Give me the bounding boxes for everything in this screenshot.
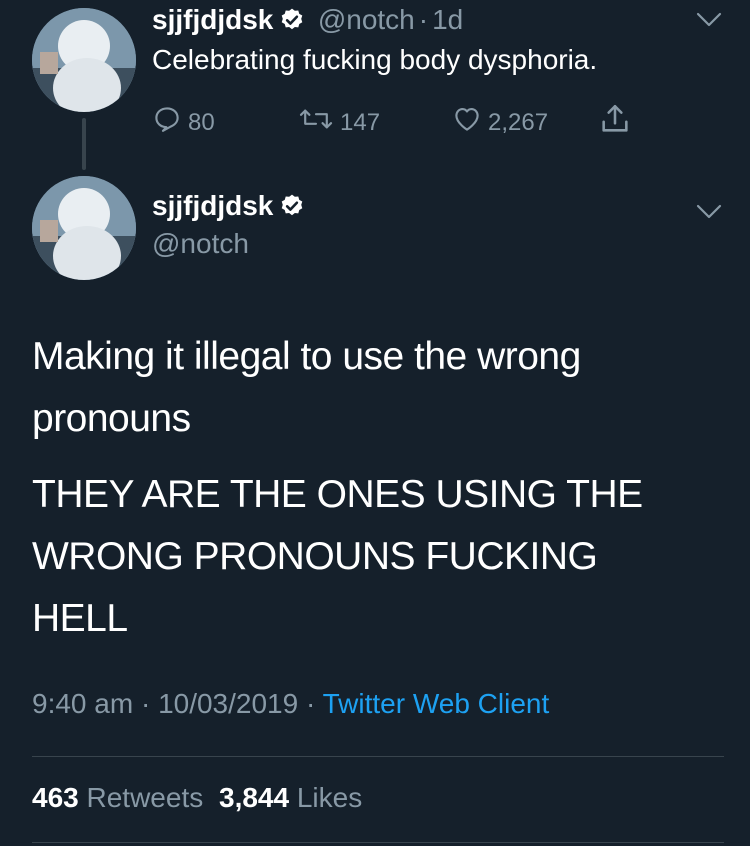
client-link[interactable]: Twitter Web Client — [323, 688, 550, 719]
likes-label: Likes — [296, 782, 363, 813]
retweets-label: Retweets — [86, 782, 204, 813]
retweets-stat[interactable]: 463 Retweets — [32, 782, 203, 813]
retweet-button[interactable]: 147 — [298, 104, 380, 141]
like-count: 2,267 — [488, 108, 549, 136]
tweet-text-paragraph: Making it illegal to use the wrong prono… — [32, 335, 581, 440]
parent-tweet-text: Celebrating fucking body dysphoria. — [152, 44, 598, 75]
divider — [32, 756, 724, 757]
avatar[interactable] — [32, 176, 136, 280]
tweet-date: 10/03/2019 — [158, 688, 299, 719]
heart-icon — [452, 104, 482, 141]
share-icon[interactable] — [598, 102, 632, 141]
display-name[interactable]: sjjfjdjdsk — [152, 190, 273, 221]
retweet-icon — [298, 104, 334, 141]
verified-badge-icon — [279, 193, 305, 224]
retweet-total: 463 — [32, 782, 79, 813]
thread-line — [82, 118, 86, 170]
separator: · — [140, 688, 151, 719]
reply-icon — [152, 104, 182, 141]
avatar[interactable] — [32, 8, 136, 112]
display-name[interactable]: sjjfjdjdsk — [152, 4, 273, 35]
divider — [32, 842, 724, 843]
retweet-count: 147 — [340, 108, 381, 136]
reply-button[interactable]: 80 — [152, 104, 215, 141]
reply-count: 80 — [188, 108, 215, 136]
chevron-down-icon[interactable] — [696, 12, 722, 33]
tweet-time: 9:40 am — [32, 688, 134, 719]
handle[interactable]: @notch — [152, 228, 249, 260]
chevron-down-icon[interactable] — [696, 204, 722, 225]
handle[interactable]: @notch — [318, 4, 415, 35]
separator: · — [418, 4, 429, 35]
like-total: 3,844 — [219, 782, 290, 813]
separator: · — [305, 688, 316, 719]
tweet-meta: 9:40 am · 10/03/2019 · Twitter Web Clien… — [32, 688, 549, 720]
tweet-age[interactable]: 1d — [432, 4, 463, 35]
main-tweet-name-row: sjjfjdjdsk — [152, 190, 305, 224]
likes-stat[interactable]: 3,844 Likes — [219, 782, 362, 813]
tweet-stats: 463 Retweets 3,844 Likes — [32, 782, 362, 814]
tweet-text-paragraph: THEY ARE THE ONES USING THE WRONG PRONOU… — [32, 473, 643, 640]
verified-badge-icon — [279, 7, 305, 38]
parent-tweet-header: sjjfjdjdsk @notch · 1d — [152, 4, 463, 38]
like-button[interactable]: 2,267 — [452, 104, 548, 141]
